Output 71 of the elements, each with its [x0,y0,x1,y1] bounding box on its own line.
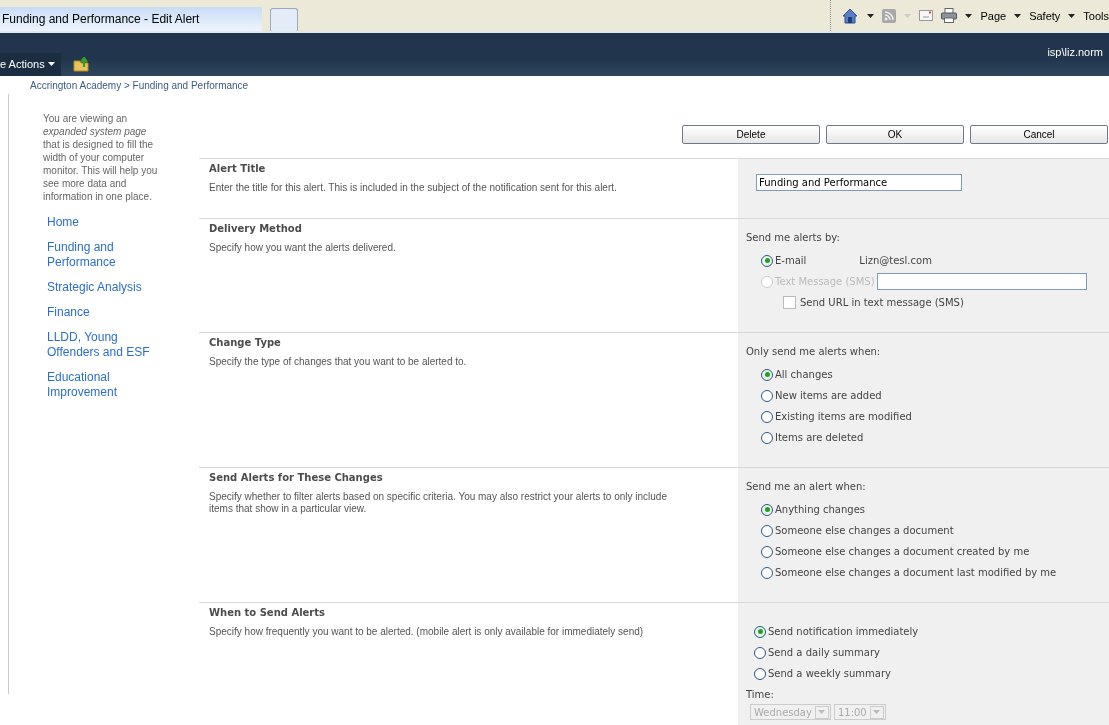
radio-label: All changes [775,369,833,380]
folder-up-icon[interactable] [72,57,91,72]
radio-button[interactable] [761,545,773,558]
radio-label: Someone else changes a document [775,525,954,536]
form-button[interactable]: OK [826,125,964,144]
radio-button[interactable] [761,410,773,423]
user-name-link[interactable]: isp\liz.norm [1047,46,1103,58]
command-menu[interactable]: Safety [1029,9,1061,22]
radio-button[interactable] [761,524,773,537]
mail-icon[interactable] [919,10,934,21]
checkbox[interactable] [783,296,796,309]
form-button[interactable]: Delete [682,125,820,144]
field-label: Send me alerts by: [746,231,841,245]
radio-label: Anything changes [775,504,865,515]
email-address: Lizn@tesl.com [859,255,932,266]
radio-button[interactable] [761,503,773,516]
radio-label: Send a daily summary [768,647,880,658]
radio-button[interactable] [761,566,773,579]
section-description: Enter the title for this alert. This is included in the subject of the notification sent for this alert. [209,182,618,194]
sidebar-note: You are viewing an expanded system page that is designed to fill the width of your computer monitor. This will help you see more data and information in one place. [43,112,159,203]
radio-label: Items are deleted [775,432,864,443]
radio-label: Send a weekly summary [768,668,891,679]
caret-icon [47,62,55,66]
nav-link[interactable]: Home [47,215,167,230]
radio-button[interactable] [754,667,766,680]
field-label: Send me an alert when: [746,480,867,494]
section-title: When to Send Alerts [209,607,327,620]
field-label: Only send me alerts when: [746,345,882,359]
printer-icon[interactable] [941,8,958,23]
command-menu[interactable]: Tools [1083,9,1109,22]
caret-icon[interactable] [1014,13,1022,18]
home-icon[interactable] [841,7,860,24]
radio-label: Someone else changes a document created by me [775,546,1030,557]
section-description: Specify how frequently you want to be alerted. (mobile alert is only available for immediately send) [209,626,645,638]
section-description: Specify whether to filter alerts based on specific criteria. You may also restrict your alerts to only include items that show in a particular view. [209,491,668,515]
section-title: Send Alerts for These Changes [209,472,384,485]
section-description: Specify the type of changes that you want to be alerted to. [209,356,468,368]
section-title: Alert Title [209,163,267,176]
command-menu[interactable]: Page [980,9,1007,22]
radio-button[interactable] [754,625,766,638]
site-actions-menu[interactable]: e Actions [0,53,61,76]
caret-icon [818,710,826,714]
alert-title-field[interactable]: Funding and Performance [756,174,962,191]
breadcrumb: Accrington Academy > Funding and Performance [29,79,250,93]
radio-label: Someone else changes a document last modified by me [775,567,1057,578]
browser-tab[interactable]: Funding and Performance - Edit Alert [0,7,262,31]
nav-link[interactable]: Educational Improvement [47,370,167,400]
field-label: Time: [746,688,775,702]
radio-button[interactable] [761,431,773,444]
radio-label: E-mail [775,255,807,266]
nav-link[interactable]: Funding and Performance [47,240,167,270]
nav-link[interactable]: Strategic Analysis [47,280,167,295]
radio-button[interactable] [761,254,773,267]
phone-number-field[interactable] [876,273,1087,290]
section-description: Specify how you want the alerts delivered. [209,242,397,254]
radio-button[interactable] [761,368,773,381]
caret-icon[interactable] [1068,13,1076,18]
caret-icon[interactable] [867,13,875,18]
checkbox-label: Send URL in text message (SMS) [800,297,964,308]
radio-label: Existing items are modified [775,411,912,422]
radio-label: Send notification immediately [768,626,919,637]
caret-icon[interactable] [965,13,973,18]
section-title: Change Type [209,337,282,350]
caret-icon [873,710,881,714]
nav-link[interactable]: LLDD, Young Offenders and ESF [47,330,167,360]
radio-button[interactable] [754,646,766,659]
radio-label: New items are added [775,390,882,401]
form-button[interactable]: Cancel [970,125,1108,144]
nav-link[interactable]: Finance [47,305,167,320]
section-title: Delivery Method [209,223,303,236]
radio-button[interactable] [761,389,773,402]
